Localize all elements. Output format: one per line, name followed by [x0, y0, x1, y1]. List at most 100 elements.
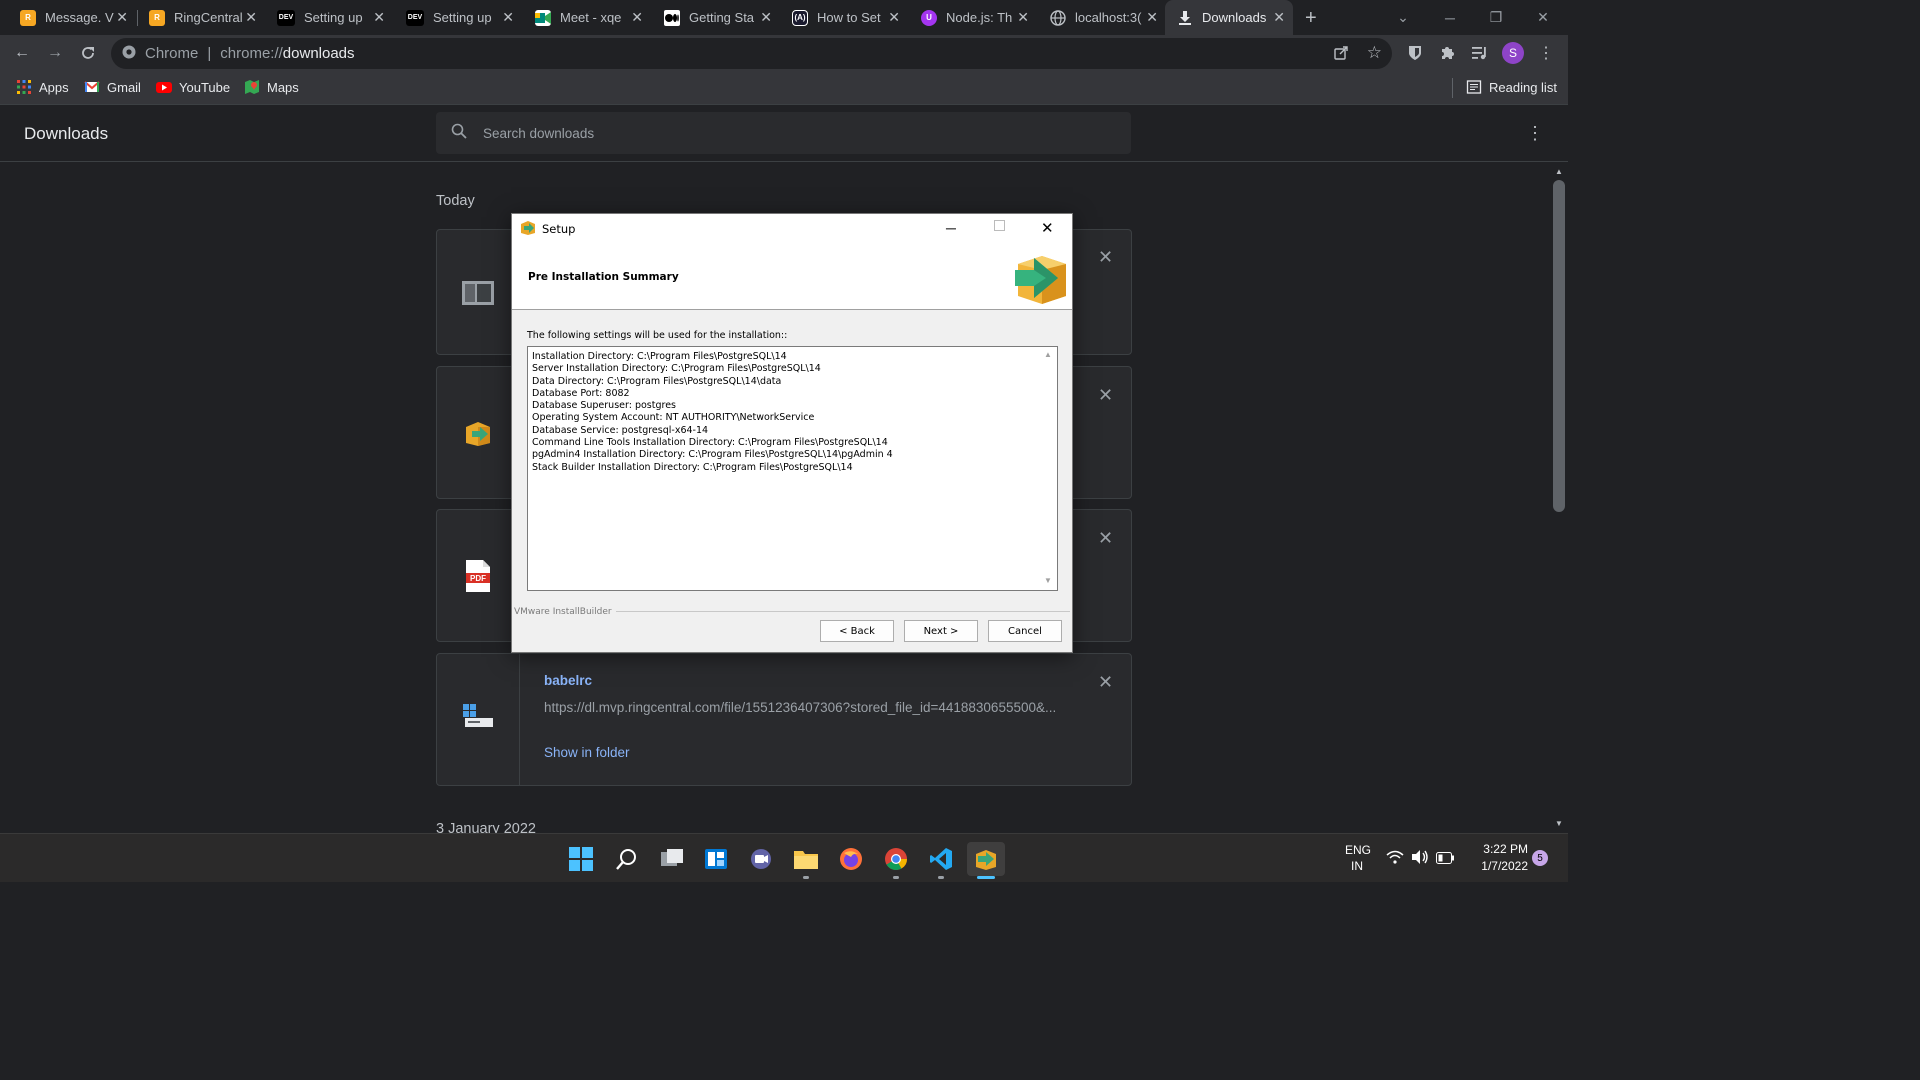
dialog-titlebar[interactable]: Setup ─ ✕	[512, 214, 1072, 244]
chrome-icon[interactable]	[879, 842, 913, 876]
summary-line: Operating System Account: NT AUTHORITY\N…	[532, 412, 815, 424]
notification-badge[interactable]: 5	[1532, 850, 1548, 866]
tab-title: Getting Sta	[689, 10, 755, 25]
profile-avatar[interactable]: S	[1502, 42, 1524, 64]
download-source-url[interactable]: https://dl.mvp.ringcentral.com/file/1551…	[544, 700, 1064, 715]
remove-download-icon[interactable]: ✕	[1098, 672, 1113, 693]
tab-search-icon[interactable]: ⌄	[1380, 0, 1426, 35]
dialog-close-button[interactable]: ✕	[1041, 219, 1054, 237]
widgets-icon[interactable]	[699, 842, 733, 876]
search-placeholder: Search downloads	[483, 125, 595, 141]
show-in-folder-link[interactable]: Show in folder	[544, 745, 630, 760]
battery-icon[interactable]	[1436, 851, 1454, 869]
download-filename-link[interactable]: babelrc	[544, 673, 592, 688]
close-tab-icon[interactable]: ✕	[373, 9, 385, 25]
dialog-minimize-button[interactable]: ─	[946, 220, 956, 236]
tab-3[interactable]: DEV Setting up ✕	[257, 0, 393, 35]
close-tab-icon[interactable]: ✕	[888, 9, 900, 25]
forward-arrow-icon[interactable]: →	[44, 42, 66, 64]
setup-dialog: Setup ─ ✕ Pre Installation Summary The f…	[511, 213, 1073, 653]
close-tab-icon[interactable]: ✕	[631, 9, 643, 25]
close-tab-icon[interactable]: ✕	[760, 9, 772, 25]
reload-icon[interactable]	[77, 42, 99, 64]
summary-line: Data Directory: C:\Program Files\Postgre…	[532, 375, 782, 387]
media-control-icon[interactable]	[1469, 42, 1491, 64]
scroll-down-arrow-icon[interactable]: ▼	[1555, 819, 1563, 828]
downloads-header: Downloads Search downloads ⋮	[0, 105, 1568, 162]
search-downloads-field[interactable]: Search downloads	[436, 112, 1131, 154]
browser-toolbar: ← → Chrome | chrome:// downloads ☆ S ⋮	[0, 35, 1568, 72]
minimize-button[interactable]: ─	[1427, 0, 1473, 35]
bookmark-star-icon[interactable]: ☆	[1367, 43, 1382, 63]
restore-button[interactable]: ❐	[1473, 0, 1519, 35]
cancel-button-label: Cancel	[1008, 625, 1042, 637]
bookmarks-bar: Apps Gmail YouTube Maps Reading list	[0, 72, 1568, 105]
page-scrollbar[interactable]: ▲ ▼	[1550, 162, 1568, 833]
close-tab-icon[interactable]: ✕	[502, 9, 514, 25]
tab-1[interactable]: R Message. V ✕	[0, 0, 136, 35]
volume-icon[interactable]	[1411, 849, 1429, 870]
summary-scrollbar[interactable]: ▲ ▼	[1040, 347, 1057, 590]
vscode-icon[interactable]	[924, 842, 958, 876]
bitwarden-shield-icon[interactable]	[1404, 42, 1426, 64]
setup-installer-taskbar-icon[interactable]	[967, 842, 1005, 876]
remove-download-icon[interactable]: ✕	[1098, 528, 1113, 549]
search-icon[interactable]	[610, 842, 644, 876]
share-icon[interactable]	[1333, 45, 1349, 65]
start-button-icon[interactable]	[564, 842, 598, 876]
close-window-button[interactable]: ✕	[1520, 0, 1566, 35]
windows-taskbar: ENG IN 3:22 PM 1/7/2022 5	[0, 833, 1568, 882]
teams-chat-icon[interactable]	[744, 842, 778, 876]
tab-6[interactable]: Getting Sta ✕	[644, 0, 780, 35]
dialog-heading: Pre Installation Summary	[528, 271, 679, 283]
file-explorer-icon[interactable]	[789, 842, 823, 876]
tab-title: localhost:3(	[1075, 10, 1142, 25]
tab-9[interactable]: localhost:3( ✕	[1030, 0, 1166, 35]
close-tab-icon[interactable]: ✕	[1273, 9, 1285, 25]
tab-2[interactable]: R RingCentral ✕	[129, 0, 265, 35]
scroll-up-arrow-icon[interactable]: ▲	[1555, 167, 1563, 176]
tab-5[interactable]: Meet - xqe ✕	[515, 0, 651, 35]
close-tab-icon[interactable]: ✕	[1146, 9, 1158, 25]
tab-downloads[interactable]: Downloads ✕	[1165, 0, 1293, 35]
tab-7[interactable]: (A) How to Set ✕	[772, 0, 908, 35]
scroll-up-arrow-icon[interactable]: ▲	[1044, 350, 1052, 359]
section-heading-today: Today	[436, 193, 475, 209]
tab-title: RingCentral	[174, 10, 243, 25]
summary-textbox[interactable]: Installation Directory: C:\Program Files…	[527, 346, 1058, 591]
remove-download-icon[interactable]: ✕	[1098, 247, 1113, 268]
scroll-down-arrow-icon[interactable]: ▼	[1044, 576, 1052, 585]
menu-kebab-icon[interactable]: ⋮	[1535, 42, 1557, 64]
firefox-icon[interactable]	[834, 842, 868, 876]
summary-line: Command Line Tools Installation Director…	[532, 437, 888, 449]
remove-download-icon[interactable]: ✕	[1098, 385, 1113, 406]
back-button[interactable]: < Back	[820, 620, 894, 642]
bookmark-apps[interactable]: Apps	[16, 79, 69, 95]
bookmark-gmail[interactable]: Gmail	[84, 79, 141, 95]
tab-title: Setting up	[433, 10, 492, 25]
cancel-button[interactable]: Cancel	[988, 620, 1062, 642]
installer-box-icon	[464, 419, 492, 452]
close-tab-icon[interactable]: ✕	[116, 9, 128, 25]
tab-title: How to Set	[817, 10, 881, 25]
tab-4[interactable]: DEV Setting up ✕	[386, 0, 522, 35]
task-view-icon[interactable]	[655, 842, 689, 876]
tab-8[interactable]: U Node.js: Th ✕	[901, 0, 1037, 35]
dialog-maximize-button[interactable]	[994, 220, 1005, 231]
reading-list-button[interactable]: Reading list	[1466, 79, 1557, 95]
language-indicator[interactable]: ENG IN	[1345, 843, 1371, 873]
scrollbar-thumb[interactable]	[1553, 180, 1565, 512]
back-arrow-icon[interactable]: ←	[11, 42, 33, 64]
clock[interactable]: 3:22 PM 1/7/2022	[1466, 842, 1528, 873]
downloads-menu-icon[interactable]: ⋮	[1526, 123, 1544, 144]
bookmark-maps[interactable]: Maps	[244, 79, 299, 95]
extensions-puzzle-icon[interactable]	[1436, 42, 1458, 64]
close-tab-icon[interactable]: ✕	[245, 9, 257, 25]
tab-title: Downloads	[1202, 10, 1267, 25]
address-bar[interactable]: Chrome | chrome:// downloads ☆	[111, 38, 1392, 69]
close-tab-icon[interactable]: ✕	[1017, 9, 1029, 25]
bookmark-youtube[interactable]: YouTube	[156, 79, 230, 95]
new-tab-button[interactable]: +	[1305, 7, 1317, 30]
next-button[interactable]: Next >	[904, 620, 978, 642]
wifi-icon[interactable]	[1386, 850, 1404, 869]
